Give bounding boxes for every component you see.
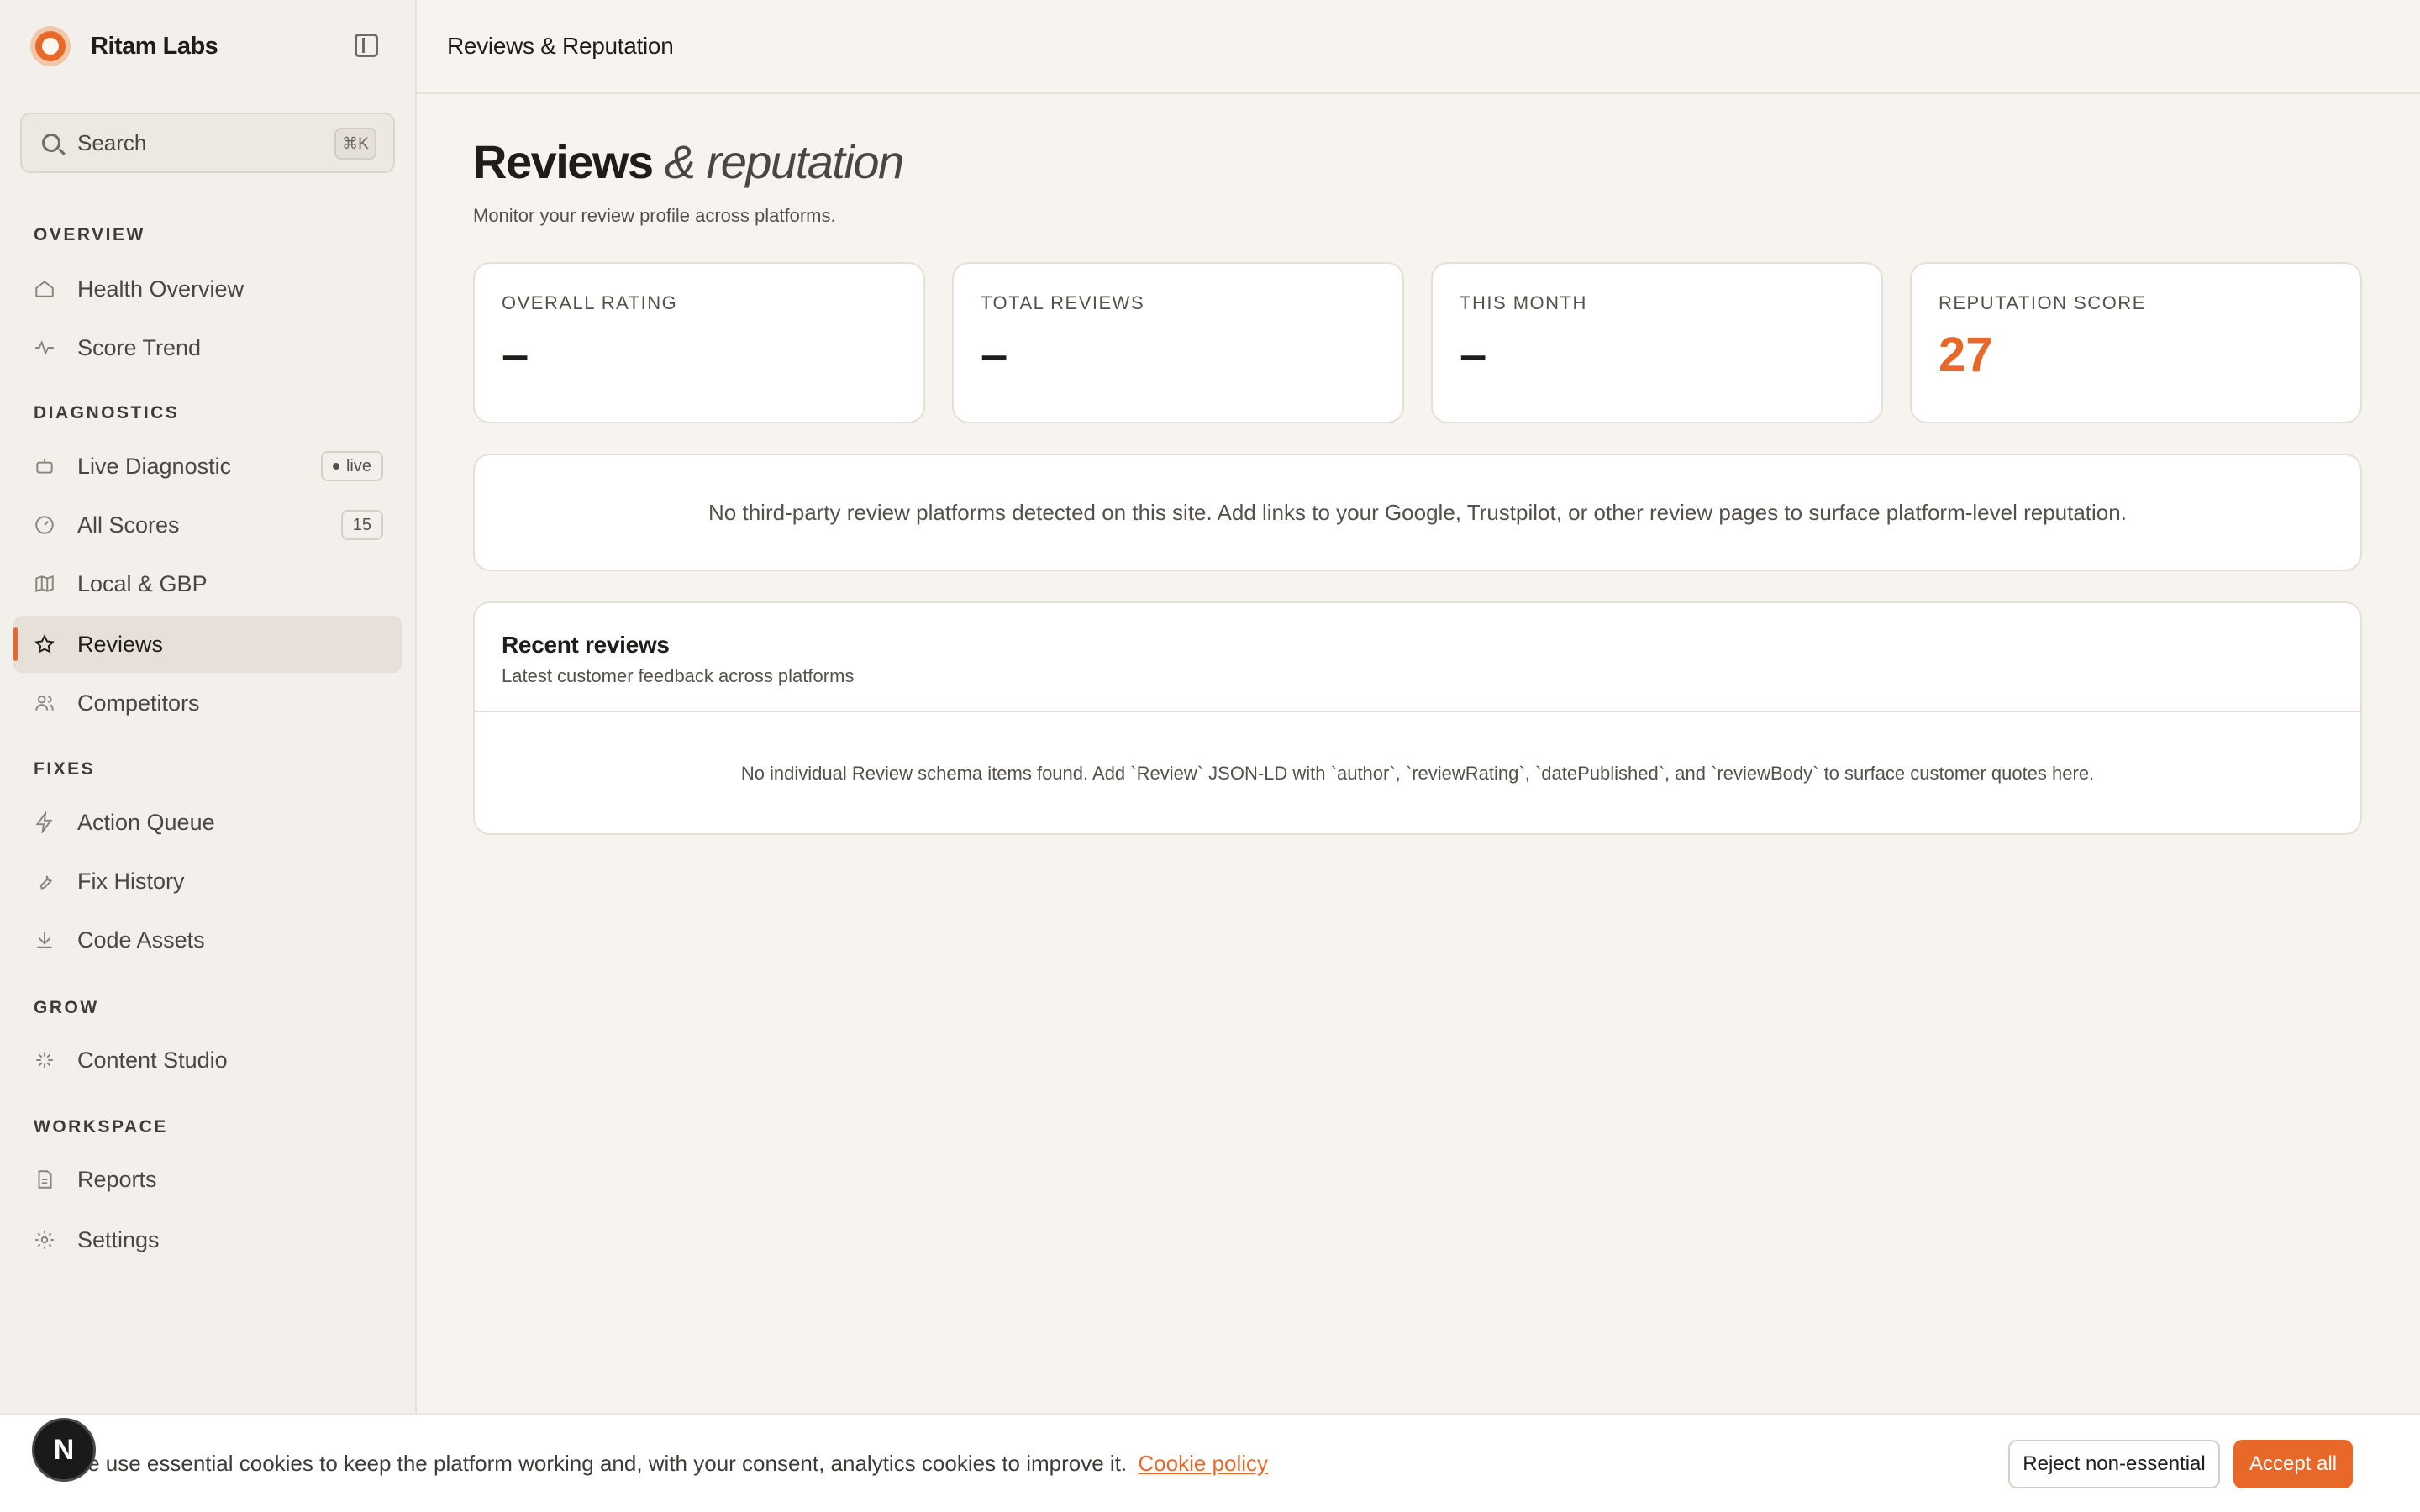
sidebar-item-label: Score Trend (77, 334, 202, 360)
map-icon (32, 571, 57, 596)
sidebar-item-fix-history[interactable]: Fix History (13, 853, 402, 910)
stat-label: REPUTATION SCORE (1939, 292, 2146, 313)
sidebar-item-content-studio[interactable]: Content Studio (13, 1032, 402, 1089)
sidebar-item-score-trend[interactable]: Score Trend (13, 319, 402, 376)
cookie-banner: We use essential cookies to keep the pla… (0, 1413, 2420, 1512)
home-icon (32, 276, 57, 302)
page-subtitle: Monitor your review profile across platf… (473, 205, 836, 226)
cookie-policy-link[interactable]: Cookie policy (1138, 1451, 1268, 1476)
sidebar-item-label: Settings (77, 1226, 160, 1252)
sidebar-item-label: Code Assets (77, 927, 205, 953)
cookie-text: We use essential cookies to keep the pla… (67, 1450, 1269, 1476)
stat-value: – (981, 328, 1008, 382)
stat-label: OVERALL RATING (502, 292, 678, 313)
stat-card-this-month: THIS MONTH – (1431, 262, 1883, 423)
sidebar-item-label: Action Queue (77, 809, 215, 835)
sidebar-item-all-scores[interactable]: All Scores 15 (13, 496, 402, 554)
recent-reviews-subtitle: Latest customer feedback across platform… (502, 665, 855, 686)
sidebar: Ritam Labs Search ⌘K OVERVIEW Health Ove… (0, 0, 417, 1512)
platforms-notice: No third-party review platforms detected… (473, 454, 2362, 571)
star-icon (32, 632, 57, 657)
stat-label: TOTAL REVIEWS (981, 292, 1145, 313)
accept-cookies-button[interactable]: Accept all (2233, 1440, 2353, 1488)
count-badge: 15 (340, 510, 383, 540)
sidebar-item-reviews[interactable]: Reviews (13, 616, 402, 673)
bot-icon (32, 454, 57, 479)
brand-name: Ritam Labs (91, 32, 218, 60)
brand-logo-icon (30, 26, 71, 66)
sidebar-collapse-icon[interactable] (355, 34, 378, 57)
page-title-emphasis: & reputation (664, 135, 904, 188)
reject-cookies-button[interactable]: Reject non-essential (2008, 1440, 2220, 1488)
sidebar-item-label: Local & GBP (77, 570, 208, 596)
sidebar-item-action-queue[interactable]: Action Queue (13, 794, 402, 851)
sidebar-item-label: Reports (77, 1166, 157, 1192)
stat-value: – (502, 328, 529, 382)
top-bar: Reviews & Reputation (417, 0, 2420, 94)
file-icon (32, 1167, 57, 1192)
search-input[interactable]: Search ⌘K (20, 113, 395, 173)
stat-card-reputation-score: REPUTATION SCORE 27 (1910, 262, 2362, 423)
section-grow: GROW (34, 998, 99, 1017)
activity-icon (32, 335, 57, 360)
page-title-main: Reviews (473, 135, 654, 188)
gauge-icon (32, 512, 57, 538)
header-title: Reviews & Reputation (447, 33, 674, 59)
sidebar-item-health-overview[interactable]: Health Overview (13, 260, 402, 318)
stat-label: THIS MONTH (1460, 292, 1587, 313)
section-overview: OVERVIEW (34, 225, 145, 244)
stat-value: – (1460, 328, 1487, 382)
sidebar-item-label: Health Overview (77, 276, 245, 302)
stat-value: 27 (1939, 328, 1993, 382)
sidebar-item-reports[interactable]: Reports (13, 1151, 402, 1208)
search-shortcut: ⌘K (334, 128, 376, 160)
sidebar-item-label: Content Studio (77, 1047, 228, 1073)
avatar[interactable]: N (32, 1418, 96, 1482)
recent-reviews-empty-state: No individual Review schema items found.… (740, 763, 2095, 784)
sidebar-item-code-assets[interactable]: Code Assets (13, 911, 402, 969)
sidebar-item-local-gbp[interactable]: Local & GBP (13, 555, 402, 612)
stat-card-total-reviews: TOTAL REVIEWS – (952, 262, 1404, 423)
sidebar-item-label: Live Diagnostic (77, 453, 232, 479)
sidebar-item-label: Fix History (77, 868, 185, 894)
recent-reviews-card: Recent reviews Latest customer feedback … (473, 601, 2362, 835)
sidebar-item-live-diagnostic[interactable]: Live Diagnostic live (13, 438, 402, 495)
search-icon (42, 134, 60, 152)
live-badge: live (320, 451, 383, 481)
users-icon (32, 690, 57, 716)
brand[interactable]: Ritam Labs (0, 0, 415, 92)
sidebar-item-label: Competitors (77, 690, 200, 716)
recent-reviews-header: Recent reviews Latest customer feedback … (475, 603, 2360, 712)
sidebar-item-label: All Scores (77, 512, 180, 538)
sidebar-item-label: Reviews (77, 631, 164, 657)
sparkle-icon (32, 1047, 57, 1073)
download-icon (32, 927, 57, 953)
stat-card-overall-rating: OVERALL RATING – (473, 262, 925, 423)
section-diagnostics: DIAGNOSTICS (34, 403, 180, 423)
wrench-icon (32, 869, 57, 894)
sidebar-item-competitors[interactable]: Competitors (13, 675, 402, 732)
recent-reviews-title: Recent reviews (502, 632, 670, 658)
page-title: Reviews & reputation (473, 134, 904, 189)
gear-icon (32, 1227, 57, 1252)
search-placeholder: Search (77, 129, 147, 155)
zap-icon (32, 810, 57, 835)
section-workspace: WORKSPACE (34, 1117, 168, 1137)
sidebar-item-settings[interactable]: Settings (13, 1211, 402, 1268)
section-fixes: FIXES (34, 759, 96, 779)
